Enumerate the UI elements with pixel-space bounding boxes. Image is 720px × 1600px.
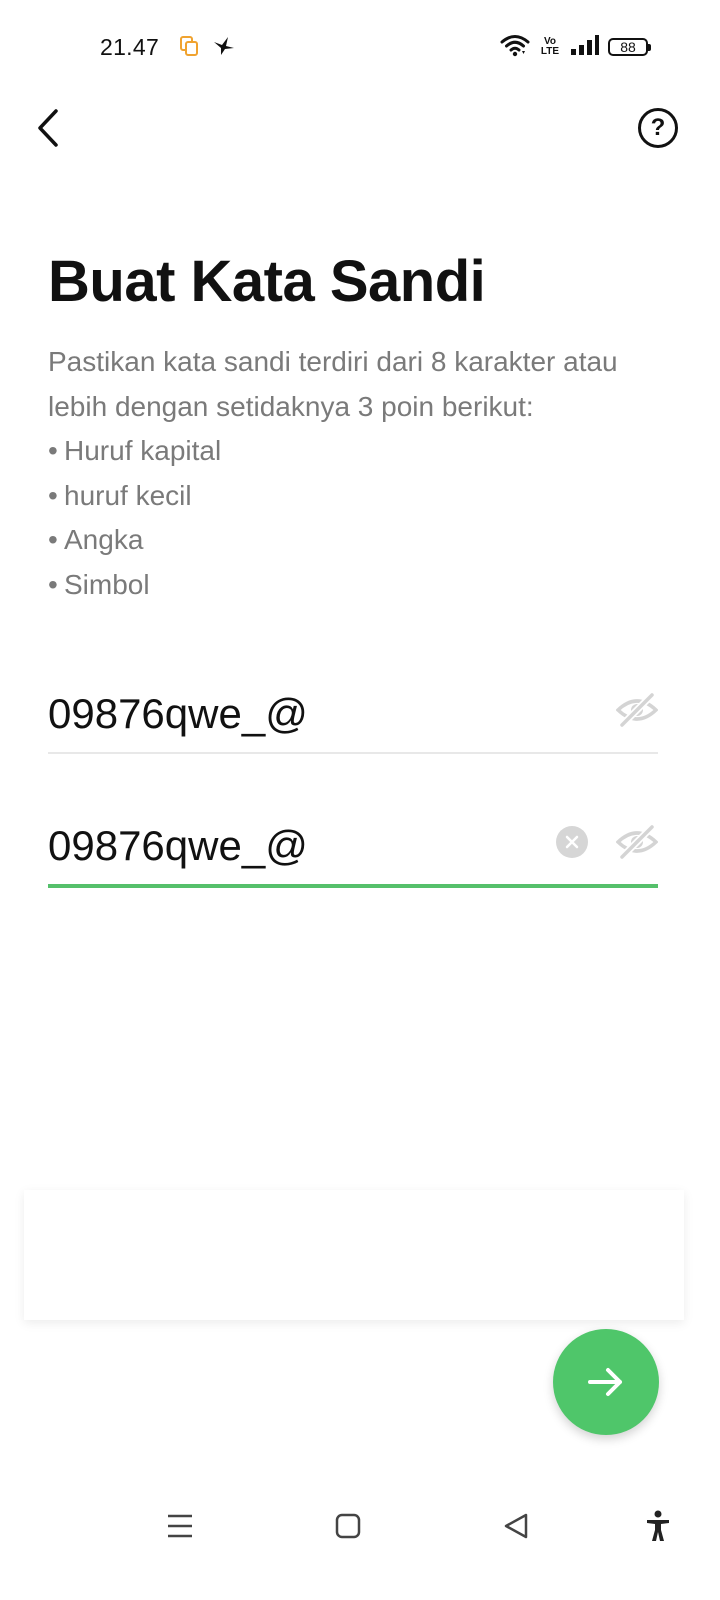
- chevron-left-icon: [38, 109, 58, 147]
- requirement-label: Simbol: [64, 568, 150, 600]
- home-square-icon[interactable]: [328, 1508, 368, 1544]
- page-title: Buat Kata Sandi: [48, 249, 486, 314]
- menu-icon[interactable]: [160, 1508, 200, 1544]
- status-bar: 21.47 Vo LTE 88: [0, 0, 720, 96]
- battery-level: 88: [620, 39, 636, 55]
- requirement-item: • Huruf kapital: [48, 435, 222, 466]
- copy-notification-icon: [180, 36, 198, 61]
- back-button[interactable]: [28, 106, 68, 150]
- requirement-label: Huruf kapital: [64, 435, 222, 466]
- bird-app-icon: [212, 36, 236, 61]
- system-nav-bar: [0, 1490, 720, 1560]
- volte-icon: Vo LTE: [538, 37, 562, 57]
- help-icon: ?: [650, 114, 666, 141]
- confirm-password-input[interactable]: [48, 816, 528, 876]
- requirement-item: • huruf kecil: [48, 479, 192, 511]
- volte-bottom-label: LTE: [540, 46, 560, 57]
- accessibility-icon[interactable]: [638, 1508, 678, 1544]
- description-line-2: lebih dengan setidaknya 3 poin berikut:: [48, 390, 534, 422]
- help-button[interactable]: ?: [638, 108, 678, 148]
- password-input[interactable]: [48, 684, 528, 744]
- next-button[interactable]: [553, 1329, 659, 1435]
- description-line-1: Pastikan kata sandi terdiri dari 8 karak…: [48, 346, 618, 377]
- status-icons: Vo LTE 88: [500, 33, 651, 62]
- toggle-visibility-eye-off-icon[interactable]: [615, 692, 659, 728]
- bottom-panel: [24, 1190, 684, 1320]
- wifi-icon: [500, 33, 530, 62]
- arrow-right-icon: [588, 1368, 622, 1396]
- battery-icon: 88: [608, 38, 651, 56]
- password-requirements: Pastikan kata sandi terdiri dari 8 karak…: [48, 340, 668, 607]
- requirement-label: huruf kecil: [64, 479, 192, 511]
- signal-icon: [570, 34, 600, 61]
- password-field: [48, 680, 659, 754]
- requirement-item: • Simbol: [48, 568, 150, 600]
- back-triangle-icon[interactable]: [496, 1508, 536, 1544]
- requirement-label: Angka: [64, 524, 144, 555]
- confirm-password-field: [48, 812, 659, 888]
- status-time: 21.47: [100, 34, 160, 60]
- toggle-visibility-eye-off-icon[interactable]: [615, 824, 659, 860]
- requirement-item: • Angka: [48, 524, 144, 555]
- clear-input-icon[interactable]: [556, 826, 588, 858]
